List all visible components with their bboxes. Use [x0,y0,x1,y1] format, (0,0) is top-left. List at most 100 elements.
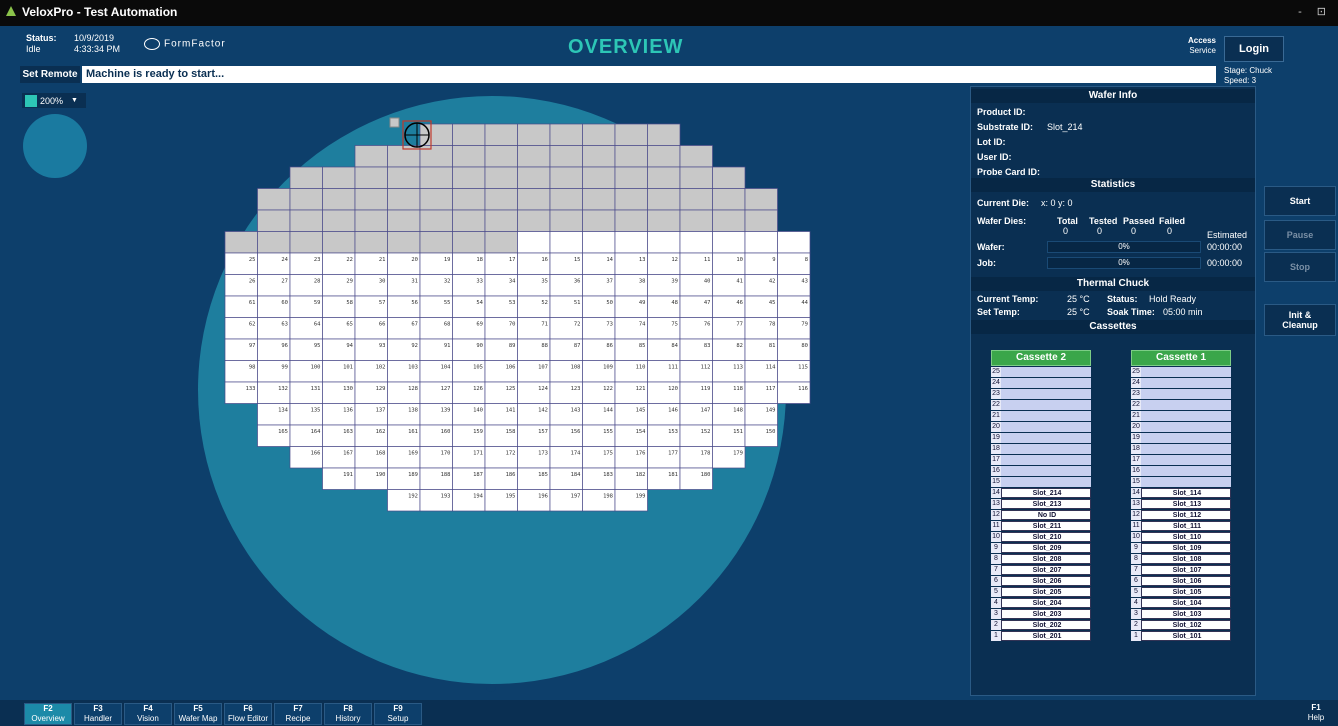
wafer-die[interactable] [257,188,291,211]
wafer-die[interactable] [647,123,681,146]
wafer-die[interactable] [679,231,713,254]
wafer-die[interactable] [679,145,713,168]
wafer-die[interactable] [614,231,648,254]
wafer-die[interactable] [354,209,388,232]
cassette-slot[interactable]: 22 [991,400,1091,410]
cassette-slot[interactable]: 16 [991,466,1091,476]
help-button[interactable]: F1 Help [1296,703,1336,725]
cassette-slot[interactable]: 15 [991,477,1091,487]
wafer-die[interactable] [517,188,551,211]
cassette-slot[interactable]: 10 Slot_110 [1131,532,1231,542]
fkey-flow-editor[interactable]: F6 Flow Editor [224,703,272,725]
wafer-die[interactable] [517,209,551,232]
cassette-slot[interactable]: 20 [1131,422,1231,432]
wafer-die[interactable] [322,166,356,189]
cassette-slot[interactable]: 12 Slot_112 [1131,510,1231,520]
wafer-die[interactable] [224,231,258,254]
wafer-die[interactable] [484,188,518,211]
wafer-die[interactable] [614,123,648,146]
wafer-die[interactable] [452,123,486,146]
cassette-slot[interactable]: 17 [1131,455,1231,465]
wafer-die[interactable] [647,166,681,189]
fkey-wafer-map[interactable]: F5 Wafer Map [174,703,222,725]
wafer-die[interactable] [419,166,453,189]
cassette-slot[interactable]: 5 Slot_105 [1131,587,1231,597]
pause-button[interactable]: Pause [1264,220,1336,250]
wafer-die[interactable] [614,166,648,189]
wafer-die[interactable] [517,145,551,168]
wafer-die[interactable] [712,166,746,189]
fkey-setup[interactable]: F9 Setup [374,703,422,725]
start-button[interactable]: Start [1264,186,1336,216]
wafer-die[interactable] [549,209,583,232]
wafer-die[interactable] [419,231,453,254]
wafer-die[interactable] [387,209,421,232]
wafer-die[interactable] [647,209,681,232]
wafer-die[interactable] [484,145,518,168]
cassette-slot[interactable]: 14 Slot_214 [991,488,1091,498]
wafer-die[interactable] [452,145,486,168]
wafer-die[interactable] [549,188,583,211]
wafer-die[interactable] [549,145,583,168]
fkey-history[interactable]: F8 History [324,703,372,725]
cassette-slot[interactable]: 4 Slot_204 [991,598,1091,608]
wafer-die[interactable] [582,166,616,189]
cassette-slot[interactable]: 9 Slot_109 [1131,543,1231,553]
wafer-die[interactable] [647,231,681,254]
wafer-die[interactable] [354,145,388,168]
wafer-die[interactable] [712,209,746,232]
cassette-slot[interactable]: 19 [1131,433,1231,443]
fkey-overview[interactable]: F2 Overview [24,703,72,725]
wafer-die[interactable] [484,209,518,232]
cassette-slot[interactable]: 3 Slot_203 [991,609,1091,619]
cassette-slot[interactable]: 19 [991,433,1091,443]
cassette-slot[interactable]: 7 Slot_207 [991,565,1091,575]
cassette-slot[interactable]: 2 Slot_202 [991,620,1091,630]
wafer-die[interactable] [549,166,583,189]
cassette-slot[interactable]: 25 [1131,367,1231,377]
wafer-die[interactable] [484,123,518,146]
cassette-slot[interactable]: 18 [991,444,1091,454]
wafer-die[interactable] [322,209,356,232]
cassette-slot[interactable]: 24 [991,378,1091,388]
cassette-slot[interactable]: 22 [1131,400,1231,410]
cassette-slot[interactable]: 6 Slot_206 [991,576,1091,586]
cassette-slot[interactable]: 10 Slot_210 [991,532,1091,542]
cassette-slot[interactable]: 21 [1131,411,1231,421]
wafer-die[interactable] [452,188,486,211]
wafer-die[interactable] [777,231,811,254]
wafer-die[interactable] [744,231,778,254]
wafer-die[interactable] [289,166,323,189]
wafer-die[interactable] [679,166,713,189]
cassette-slot[interactable]: 13 Slot_113 [1131,499,1231,509]
fkey-recipe[interactable]: F7 Recipe [274,703,322,725]
cassette-slot[interactable]: 21 [991,411,1091,421]
cassette-slot[interactable]: 4 Slot_104 [1131,598,1231,608]
cassette-slot[interactable]: 13 Slot_213 [991,499,1091,509]
wafer-die[interactable] [387,188,421,211]
fkey-vision[interactable]: F4 Vision [124,703,172,725]
wafer-die[interactable] [679,209,713,232]
wafer-die[interactable] [614,209,648,232]
fkey-handler[interactable]: F3 Handler [74,703,122,725]
wafer-die[interactable] [354,231,388,254]
cassette-slot[interactable]: 18 [1131,444,1231,454]
cassette-slot[interactable]: 1 Slot_101 [1131,631,1231,641]
wafer-die[interactable] [387,231,421,254]
wafer-die[interactable] [419,188,453,211]
wafer-die[interactable] [517,123,551,146]
cassette-slot[interactable]: 2 Slot_102 [1131,620,1231,630]
cassette-slot[interactable]: 1 Slot_201 [991,631,1091,641]
wafer-die[interactable] [419,209,453,232]
stop-button[interactable]: Stop [1264,252,1336,282]
wafer-die[interactable] [289,209,323,232]
cassette-slot[interactable]: 3 Slot_103 [1131,609,1231,619]
wafer-die[interactable] [614,188,648,211]
wafer-die[interactable] [582,231,616,254]
cassette-slot[interactable]: 7 Slot_107 [1131,565,1231,575]
cassette-slot[interactable]: 12 No ID [991,510,1091,520]
wafer-die[interactable] [452,166,486,189]
wafer-die[interactable] [712,188,746,211]
wafer-die[interactable] [517,231,551,254]
wafer-die[interactable] [679,188,713,211]
